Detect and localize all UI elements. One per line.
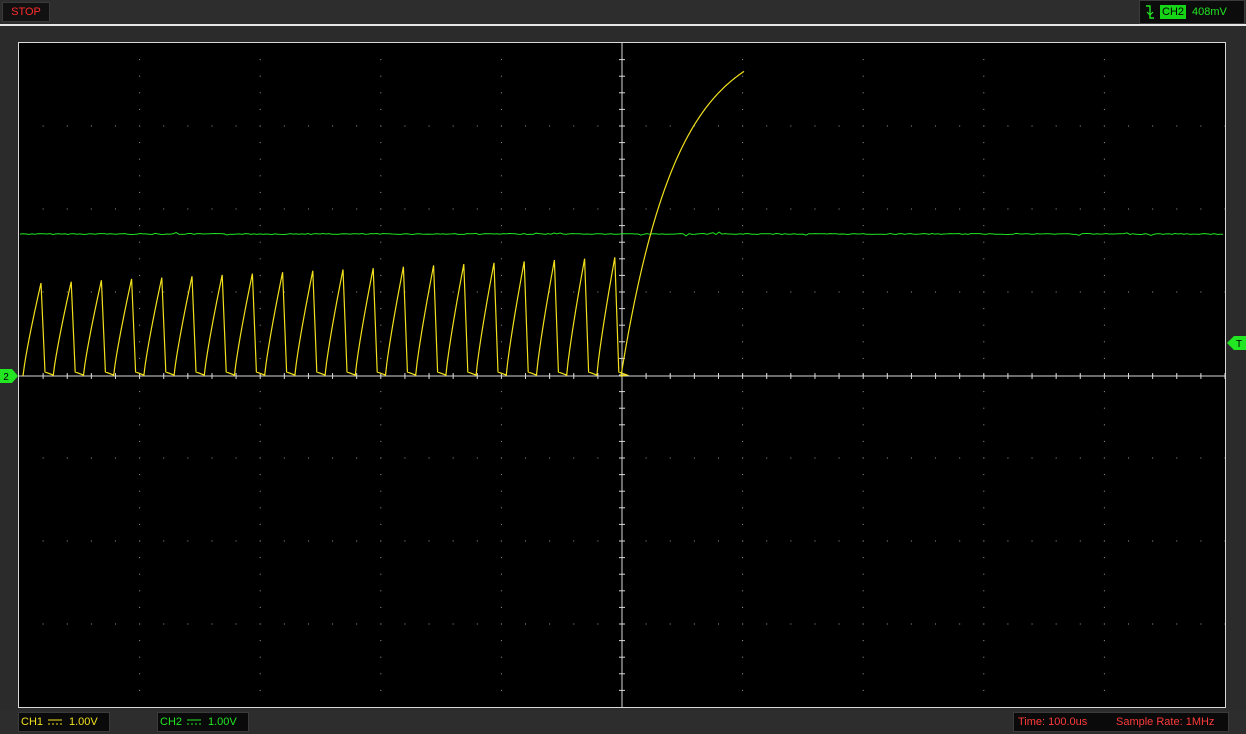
waveform-area: [19, 43, 1225, 707]
ch1-label: CH1: [21, 716, 44, 728]
toolbar-divider: [0, 24, 1246, 26]
status-bar: CH1 1.00V CH2 1.00V Time: 100.0us Sample…: [0, 710, 1246, 734]
sample-rate: Sample Rate: 1MHz: [1116, 716, 1215, 728]
timebase-status[interactable]: Time: 100.0us Sample Rate: 1MHz: [1013, 712, 1229, 732]
trigger-level-marker[interactable]: T: [1227, 336, 1246, 350]
trigger-info[interactable]: CH2 408mV: [1139, 0, 1245, 24]
trigger-marker-label: T: [1236, 339, 1242, 350]
scope-display[interactable]: [18, 42, 1226, 708]
ch2-status[interactable]: CH2 1.00V: [157, 712, 249, 732]
ch2-marker-label: 2: [3, 372, 9, 383]
dc-coupling-icon: [187, 719, 201, 725]
falling-edge-icon: [1146, 5, 1154, 19]
ch1-status[interactable]: CH1 1.00V: [18, 712, 110, 732]
ch2-label: CH2: [160, 716, 183, 728]
time-per-div: Time: 100.0us: [1018, 716, 1088, 728]
ch2-offset-marker[interactable]: 2: [0, 369, 18, 383]
ch2-scale: 1.00V: [208, 716, 237, 728]
graticule: [19, 43, 1225, 707]
trigger-channel: CH2: [1160, 5, 1187, 19]
ch1-trace: [22, 70, 745, 377]
dc-coupling-icon: [48, 719, 62, 725]
run-stop-status[interactable]: STOP: [2, 2, 50, 22]
trigger-level: 408mV: [1192, 6, 1227, 18]
ch1-scale: 1.00V: [69, 716, 98, 728]
top-toolbar: STOP CH2 408mV: [0, 0, 1246, 24]
